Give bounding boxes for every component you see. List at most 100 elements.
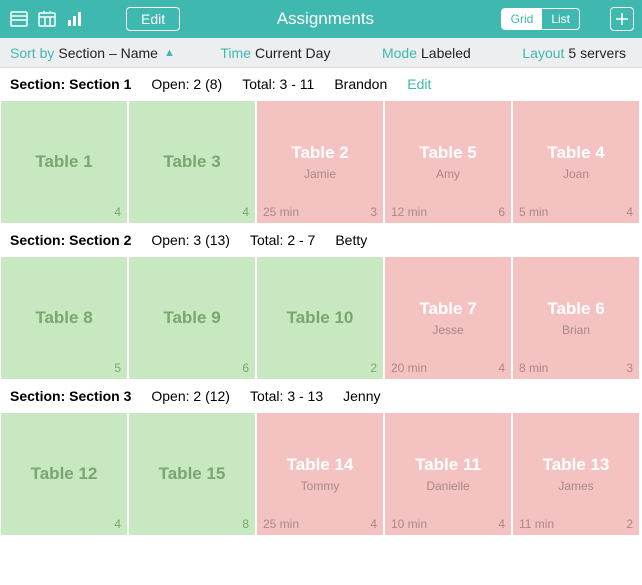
section-open: Open: 2 (8) [151,76,222,92]
table-server: Tommy [301,479,340,493]
table-count: 8 [242,517,249,531]
sections-container: Section: Section 1 Open: 2 (8) Total: 3 … [0,68,642,536]
time-filter[interactable]: Time Current Day [220,45,336,61]
table-server: Jamie [304,167,336,181]
table-name: Table 9 [163,308,220,328]
layout-filter[interactable]: Layout 5 servers [522,45,632,61]
table-time: 25 min [263,205,299,219]
section-owner: Brandon [334,76,387,92]
section-title: Section: Section 3 [10,388,131,404]
table-server: Brian [562,323,590,337]
section-total: Total: 3 - 13 [250,388,323,404]
table-name: Table 3 [163,152,220,172]
table-time: 8 min [519,361,548,375]
mode-filter[interactable]: Mode Labeled [382,45,477,61]
section-header: Section: Section 3 Open: 2 (12) Total: 3… [0,380,642,412]
table-server: Joan [563,167,589,181]
layout-label: Layout [522,45,564,61]
sort-label: Sort by [10,45,54,61]
time-value: Current Day [255,45,330,61]
section-total: Total: 2 - 7 [250,232,315,248]
table-count: 4 [370,517,377,531]
table-name: Table 15 [159,464,226,484]
table-tile[interactable]: Table 7 Jesse 20 min 4 [384,256,512,380]
sort-filter[interactable]: Sort by Section – Name ▲ [10,45,175,61]
table-tile[interactable]: Table 5 Amy 12 min 6 [384,100,512,224]
table-time: 20 min [391,361,427,375]
section-title: Section: Section 1 [10,76,131,92]
add-button[interactable] [610,7,634,31]
table-tile[interactable]: Table 9 6 [128,256,256,380]
table-name: Table 13 [543,455,610,475]
table-count: 2 [370,361,377,375]
table-name: Table 2 [291,143,348,163]
mode-label: Mode [382,45,417,61]
table-name: Table 5 [419,143,476,163]
table-server: Jesse [432,323,463,337]
grid-toggle[interactable]: Grid [502,9,543,29]
table-count: 3 [626,361,633,375]
table-tile[interactable]: Table 3 4 [128,100,256,224]
table-server: Danielle [426,479,469,493]
table-count: 2 [626,517,633,531]
table-name: Table 6 [547,299,604,319]
table-count: 4 [498,361,505,375]
mode-value: Labeled [421,45,471,61]
top-bar: Edit Assignments Grid List [0,0,642,38]
table-name: Table 7 [419,299,476,319]
view-toggle[interactable]: Grid List [501,8,580,30]
table-name: Table 14 [287,455,354,475]
section-edit-button[interactable]: Edit [407,76,431,92]
sort-arrow-icon: ▲ [164,47,175,59]
table-time: 5 min [519,205,548,219]
toolbar-icons [8,8,86,30]
list-icon[interactable] [8,8,30,30]
table-tile[interactable]: Table 12 4 [0,412,128,536]
table-time: 10 min [391,517,427,531]
section-total: Total: 3 - 11 [242,76,314,92]
filter-bar: Sort by Section – Name ▲ Time Current Da… [0,38,642,68]
table-grid: Table 1 4Table 3 4Table 2 Jamie 25 min 3… [0,100,642,224]
table-tile[interactable]: Table 8 5 [0,256,128,380]
section-title: Section: Section 2 [10,232,131,248]
table-server: Amy [436,167,460,181]
chart-icon[interactable] [64,8,86,30]
section-owner: Betty [335,232,367,248]
section-owner: Jenny [343,388,380,404]
table-name: Table 4 [547,143,604,163]
table-tile[interactable]: Table 11 Danielle 10 min 4 [384,412,512,536]
page-title: Assignments [150,9,501,29]
section-open: Open: 2 (12) [151,388,230,404]
table-count: 5 [114,361,121,375]
layout-value: 5 servers [568,45,626,61]
table-tile[interactable]: Table 6 Brian 8 min 3 [512,256,640,380]
section-open: Open: 3 (13) [151,232,230,248]
calendar-icon[interactable] [36,8,58,30]
table-tile[interactable]: Table 10 2 [256,256,384,380]
table-name: Table 8 [35,308,92,328]
table-name: Table 1 [35,152,92,172]
list-toggle[interactable]: List [542,9,579,29]
table-server: James [558,479,593,493]
time-label: Time [220,45,251,61]
table-grid: Table 12 4Table 15 8Table 14 Tommy 25 mi… [0,412,642,536]
table-count: 6 [498,205,505,219]
table-tile[interactable]: Table 13 James 11 min 2 [512,412,640,536]
table-name: Table 11 [415,455,481,475]
table-time: 11 min [519,517,554,531]
table-count: 4 [114,205,121,219]
table-count: 4 [242,205,249,219]
sort-value: Section – Name [58,45,158,61]
table-tile[interactable]: Table 1 4 [0,100,128,224]
table-count: 4 [114,517,121,531]
table-time: 12 min [391,205,427,219]
table-time: 25 min [263,517,299,531]
table-tile[interactable]: Table 14 Tommy 25 min 4 [256,412,384,536]
section-header: Section: Section 1 Open: 2 (8) Total: 3 … [0,68,642,100]
table-tile[interactable]: Table 2 Jamie 25 min 3 [256,100,384,224]
table-count: 3 [370,205,377,219]
table-count: 4 [498,517,505,531]
table-count: 4 [626,205,633,219]
table-tile[interactable]: Table 15 8 [128,412,256,536]
table-tile[interactable]: Table 4 Joan 5 min 4 [512,100,640,224]
